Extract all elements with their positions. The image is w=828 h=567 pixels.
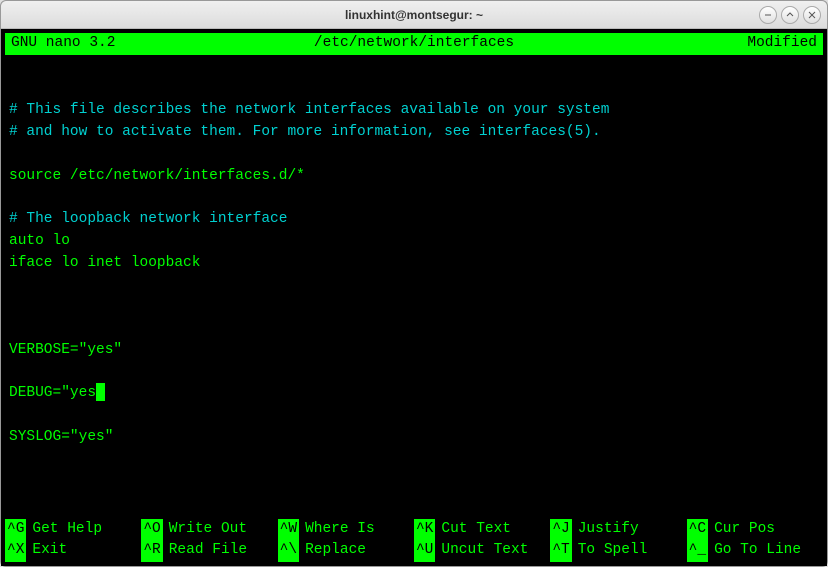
shortcut-justify[interactable]: ^JJustify xyxy=(550,519,686,541)
nano-filename: /etc/network/interfaces xyxy=(314,33,514,55)
cursor xyxy=(96,383,105,401)
terminal-area[interactable]: GNU nano 3.2 /etc/network/interfaces Mod… xyxy=(1,29,827,566)
shortcut-uncuttext[interactable]: ^UUncut Text xyxy=(414,540,550,562)
shortcut-whereis[interactable]: ^WWhere Is xyxy=(278,519,414,541)
comment-line: # This file describes the network interf… xyxy=(9,102,609,118)
editor-content[interactable]: # This file describes the network interf… xyxy=(5,55,823,494)
titlebar: linuxhint@montsegur: ~ xyxy=(1,1,827,29)
comment-line: # The loopback network interface xyxy=(9,211,287,227)
shortcut-readfile[interactable]: ^RRead File xyxy=(141,540,277,562)
nano-status: Modified xyxy=(747,33,817,55)
close-button[interactable] xyxy=(803,6,821,24)
shortcut-gotoline[interactable]: ^_Go To Line xyxy=(687,540,823,562)
window-title: linuxhint@montsegur: ~ xyxy=(345,8,483,22)
minimize-button[interactable] xyxy=(759,6,777,24)
comment-line: # and how to activate them. For more inf… xyxy=(9,124,601,140)
shortcut-tospell[interactable]: ^TTo Spell xyxy=(550,540,686,562)
shortcut-cuttext[interactable]: ^KCut Text xyxy=(414,519,550,541)
shortcut-curpos[interactable]: ^CCur Pos xyxy=(687,519,823,541)
code-line: auto lo xyxy=(9,233,70,249)
code-line: DEBUG="yes xyxy=(9,385,105,401)
shortcut-help[interactable]: ^GGet Help xyxy=(5,519,141,541)
code-line: SYSLOG="yes" xyxy=(9,429,113,445)
window-controls xyxy=(759,6,821,24)
code-line: VERBOSE="yes" xyxy=(9,342,122,358)
nano-header: GNU nano 3.2 /etc/network/interfaces Mod… xyxy=(5,33,823,55)
editor-line: # This file describes the network interf… xyxy=(9,102,609,444)
shortcut-writeout[interactable]: ^OWrite Out xyxy=(141,519,277,541)
code-line: iface lo inet loopback xyxy=(9,255,200,271)
nano-shortcuts: ^GGet Help ^OWrite Out ^WWhere Is ^KCut … xyxy=(5,519,823,563)
shortcut-exit[interactable]: ^XExit xyxy=(5,540,141,562)
shortcut-replace[interactable]: ^\Replace xyxy=(278,540,414,562)
maximize-button[interactable] xyxy=(781,6,799,24)
code-line: source /etc/network/interfaces.d/* xyxy=(9,168,305,184)
terminal-window: linuxhint@montsegur: ~ GNU nano 3.2 /etc… xyxy=(0,0,828,567)
nano-app-name: GNU nano 3.2 xyxy=(11,33,115,55)
